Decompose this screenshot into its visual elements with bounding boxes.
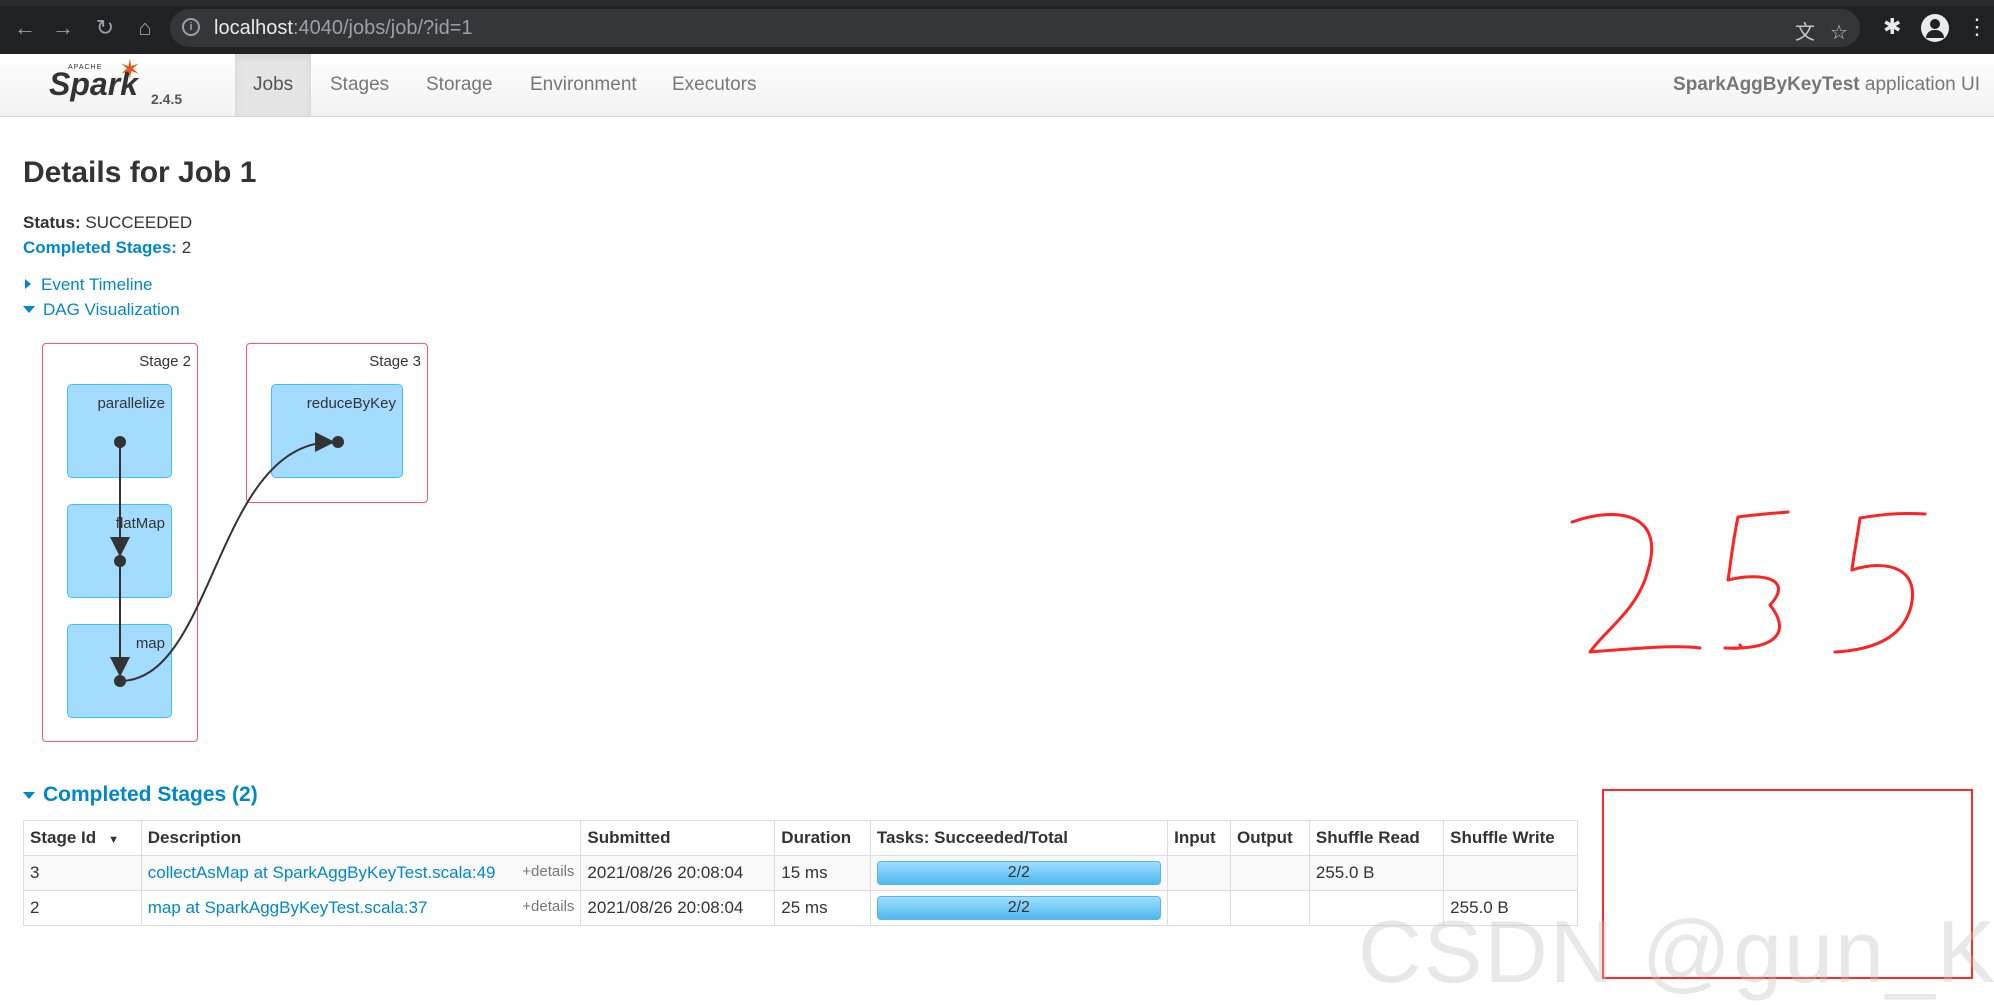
rdd-parallelize[interactable]: parallelize bbox=[67, 384, 172, 478]
col-duration[interactable]: Duration bbox=[774, 820, 871, 856]
shuffle-read-cell: 255.0 B bbox=[1308, 855, 1445, 891]
spark-star-icon: ✶ bbox=[119, 54, 141, 84]
input-cell bbox=[1167, 855, 1232, 891]
output-cell bbox=[1230, 855, 1310, 891]
tasks-cell: 2/2 bbox=[869, 855, 1169, 891]
tab-jobs[interactable]: Jobs bbox=[235, 54, 312, 116]
col-tasks[interactable]: Tasks: Succeeded/Total bbox=[869, 820, 1169, 856]
url-host: localhost bbox=[214, 17, 293, 39]
sort-desc-icon: ▼ bbox=[108, 834, 120, 846]
shuffle-write-cell bbox=[1443, 855, 1578, 891]
rdd-flatmap[interactable]: flatMap bbox=[67, 504, 172, 598]
stage-description-link[interactable]: collectAsMap at SparkAggByKeyTest.scala:… bbox=[148, 863, 496, 882]
address-bar[interactable]: i localhost:4040/jobs/job/?id=1 文 ☆ bbox=[170, 9, 1860, 47]
col-shuffle-write[interactable]: Shuffle Write bbox=[1443, 820, 1578, 856]
back-icon[interactable]: ← bbox=[10, 13, 40, 43]
completed-stages-heading[interactable]: Completed Stages (2) bbox=[23, 783, 258, 807]
completed-stages-heading-text: Completed Stages (2) bbox=[43, 783, 258, 806]
submitted-cell: 2021/08/26 20:08:04 bbox=[580, 890, 776, 926]
col-output[interactable]: Output bbox=[1230, 820, 1310, 856]
event-timeline-toggle[interactable]: Event Timeline bbox=[23, 275, 153, 295]
spark-navbar: APACHE Spark ✶ 2.4.5 Jobs Stages Storage… bbox=[0, 54, 1994, 117]
rdd-parallelize-label: parallelize bbox=[97, 395, 165, 412]
profile-avatar-icon[interactable] bbox=[1921, 14, 1949, 42]
spark-logo[interactable]: APACHE Spark ✶ 2.4.5 bbox=[44, 54, 194, 117]
more-menu-icon[interactable]: ⋮ bbox=[1966, 13, 1988, 41]
details-toggle[interactable]: +details bbox=[522, 898, 574, 915]
bookmark-star-icon[interactable]: ☆ bbox=[1830, 22, 1848, 44]
tasks-progress-bar: 2/2 bbox=[876, 861, 1161, 885]
tab-storage[interactable]: Storage bbox=[408, 54, 511, 116]
tab-strip bbox=[0, 0, 1994, 6]
tab-environment[interactable]: Environment bbox=[512, 54, 655, 116]
forward-icon[interactable]: → bbox=[48, 13, 78, 43]
col-submitted[interactable]: Submitted bbox=[580, 820, 776, 856]
watermark: CSDN @gun_K bbox=[1358, 902, 1994, 1001]
input-cell bbox=[1167, 890, 1232, 926]
app-name-bold: SparkAggByKeyTest bbox=[1673, 74, 1860, 95]
status-value: SUCCEEDED bbox=[85, 213, 193, 232]
application-name: SparkAggByKeyTest application UI bbox=[1673, 54, 1980, 116]
handwritten-255-annotation bbox=[1570, 510, 1927, 654]
table-header-row: Stage Id ▼ Description Submitted Duration… bbox=[23, 820, 1578, 856]
reload-icon[interactable]: ↻ bbox=[90, 13, 120, 43]
col-shuffle-read[interactable]: Shuffle Read bbox=[1308, 820, 1445, 856]
tasks-cell: 2/2 bbox=[869, 890, 1169, 926]
tab-executors[interactable]: Executors bbox=[654, 54, 774, 116]
site-info-icon[interactable]: i bbox=[182, 18, 200, 36]
duration-cell: 15 ms bbox=[774, 855, 871, 891]
rdd-map[interactable]: map bbox=[67, 624, 172, 718]
dag-visualization-toggle[interactable]: DAG Visualization bbox=[23, 300, 180, 320]
description-cell: collectAsMap at SparkAggByKeyTest.scala:… bbox=[140, 855, 582, 891]
description-cell: map at SparkAggByKeyTest.scala:37 +detai… bbox=[140, 890, 582, 926]
status-label: Status: bbox=[23, 213, 81, 232]
col-input[interactable]: Input bbox=[1167, 820, 1232, 856]
completed-stages-link[interactable]: Completed Stages: bbox=[23, 238, 177, 257]
table-row: 3 collectAsMap at SparkAggByKeyTest.scal… bbox=[23, 855, 1578, 891]
event-timeline-label: Event Timeline bbox=[41, 275, 153, 294]
stage-3-label: Stage 3 bbox=[369, 353, 421, 370]
page-title: Details for Job 1 bbox=[23, 156, 257, 189]
rdd-map-label: map bbox=[135, 635, 165, 652]
url-path: :4040/jobs/job/?id=1 bbox=[292, 17, 473, 39]
submitted-cell: 2021/08/26 20:08:04 bbox=[580, 855, 776, 891]
browser-toolbar: ← → ↻ ⌂ i localhost:4040/jobs/job/?id=1 … bbox=[0, 0, 1994, 54]
spark-version: 2.4.5 bbox=[151, 91, 183, 107]
col-stage-id-label: Stage Id bbox=[30, 828, 97, 847]
details-toggle[interactable]: +details bbox=[522, 863, 574, 880]
stage-2-label: Stage 2 bbox=[139, 353, 191, 370]
status-field: Status: SUCCEEDED bbox=[23, 213, 192, 233]
stage-description-link[interactable]: map at SparkAggByKeyTest.scala:37 bbox=[148, 898, 428, 917]
completed-stages-count: 2 bbox=[181, 238, 192, 257]
tab-stages[interactable]: Stages bbox=[312, 54, 407, 116]
caret-down-icon bbox=[23, 306, 35, 313]
output-cell bbox=[1230, 890, 1310, 926]
stage-id-cell: 3 bbox=[23, 855, 142, 891]
table-row: 2 map at SparkAggByKeyTest.scala:37 +det… bbox=[23, 890, 1578, 926]
col-description[interactable]: Description bbox=[140, 820, 582, 856]
tasks-progress-bar: 2/2 bbox=[876, 896, 1161, 920]
caret-down-icon bbox=[23, 792, 35, 799]
dag-visualization-label: DAG Visualization bbox=[43, 300, 180, 319]
caret-right-icon bbox=[25, 279, 31, 289]
rdd-reducebykey[interactable]: reduceByKey bbox=[271, 384, 403, 478]
url-text[interactable]: localhost:4040/jobs/job/?id=1 bbox=[214, 17, 473, 39]
completed-stages-table: Stage Id ▼ Description Submitted Duration… bbox=[23, 820, 1578, 926]
col-stage-id[interactable]: Stage Id ▼ bbox=[23, 820, 142, 856]
duration-cell: 25 ms bbox=[774, 890, 871, 926]
home-icon[interactable]: ⌂ bbox=[130, 13, 160, 43]
app-suffix: application UI bbox=[1864, 74, 1980, 95]
translate-icon[interactable]: 文 bbox=[1795, 22, 1815, 44]
extensions-icon[interactable]: ✱ bbox=[1883, 13, 1901, 41]
stage-id-cell: 2 bbox=[23, 890, 142, 926]
completed-stages-field: Completed Stages: 2 bbox=[23, 238, 191, 258]
rdd-flatmap-label: flatMap bbox=[115, 515, 165, 532]
rdd-reducebykey-label: reduceByKey bbox=[306, 395, 396, 412]
